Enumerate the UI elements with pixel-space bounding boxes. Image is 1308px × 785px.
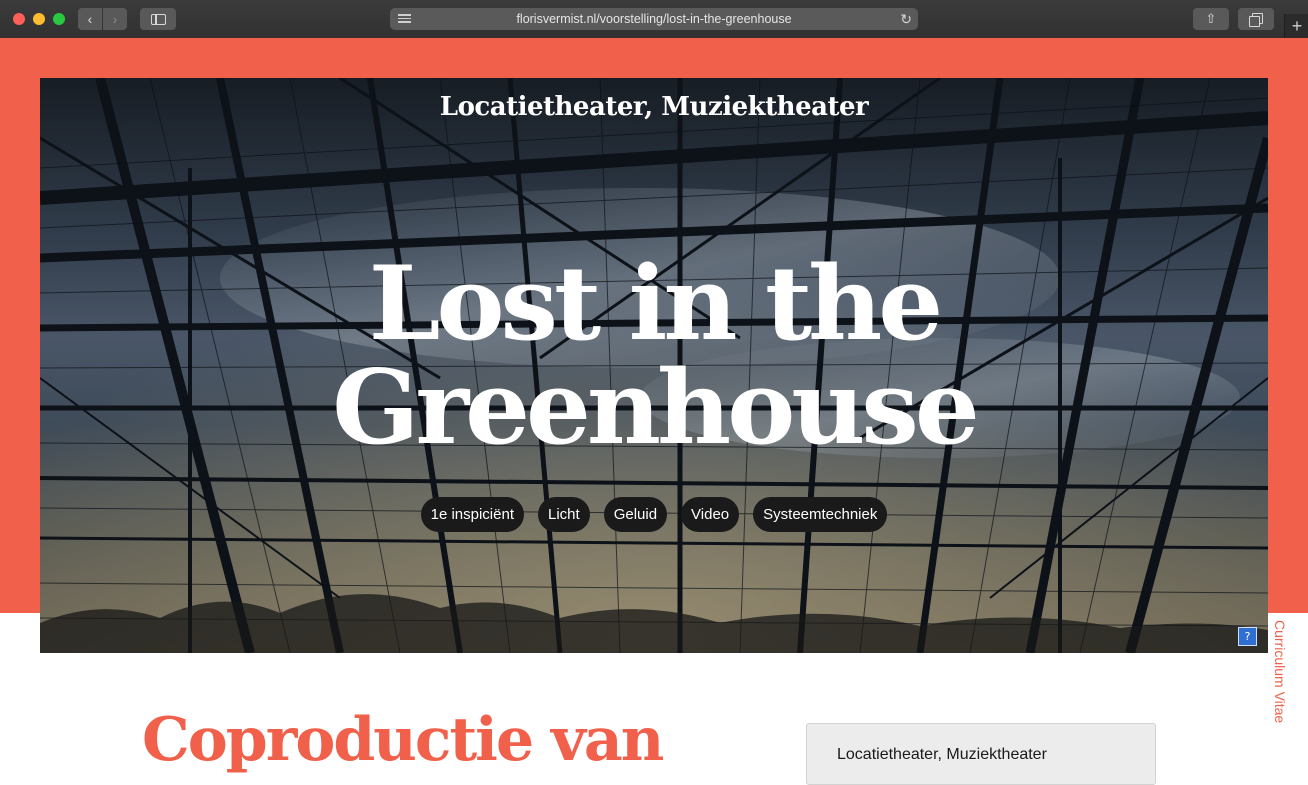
share-icon: ⇧ bbox=[1205, 11, 1217, 26]
sidebar-toggle-button[interactable] bbox=[140, 8, 176, 30]
chevron-left-icon: ‹ bbox=[87, 11, 93, 27]
section-heading: Coproductie van bbox=[142, 705, 664, 775]
share-button[interactable]: ⇧ bbox=[1193, 8, 1229, 30]
hero-genre: Locatietheater, Muziektheater bbox=[439, 92, 869, 122]
page-title: Lost in the Greenhouse bbox=[0, 252, 1308, 460]
browser-toolbar: ‹ › florisvermist.nl/voorstelling/lost-i… bbox=[0, 0, 1308, 39]
address-bar[interactable]: florisvermist.nl/voorstelling/lost-in-th… bbox=[390, 8, 918, 30]
close-window-button[interactable] bbox=[13, 13, 25, 25]
curriculum-vitae-link[interactable]: Curriculum Vitae bbox=[1270, 620, 1292, 730]
url-text[interactable]: florisvermist.nl/voorstelling/lost-in-th… bbox=[390, 8, 918, 30]
minimize-window-button[interactable] bbox=[33, 13, 45, 25]
tag-systeemtechniek[interactable]: Systeemtechniek bbox=[753, 497, 888, 532]
tab-overview-button[interactable] bbox=[1238, 8, 1274, 30]
new-tab-button[interactable]: + bbox=[1284, 14, 1308, 38]
image-info-icon[interactable]: ? bbox=[1238, 627, 1257, 646]
sidebar-icon bbox=[151, 14, 166, 25]
title-line-2: Greenhouse bbox=[332, 348, 979, 468]
tag-inspicient[interactable]: 1e inspiciënt bbox=[420, 497, 524, 532]
production-genre-text: Locatietheater, Muziektheater bbox=[837, 746, 1047, 763]
zoom-window-button[interactable] bbox=[53, 13, 65, 25]
curriculum-vitae-label[interactable]: Curriculum Vitae bbox=[1272, 620, 1288, 723]
tag-geluid[interactable]: Geluid bbox=[603, 497, 668, 532]
production-info-box: Locatietheater, Muziektheater bbox=[806, 723, 1156, 785]
tag-licht[interactable]: Licht bbox=[538, 497, 590, 532]
title-line-1: Lost in the bbox=[368, 244, 943, 364]
reload-icon[interactable]: ↻ bbox=[900, 10, 912, 28]
role-tags: 1e inspiciënt Licht Geluid Video Systeem… bbox=[0, 497, 1308, 532]
forward-button[interactable]: › bbox=[103, 8, 127, 30]
back-button[interactable]: ‹ bbox=[78, 8, 102, 30]
chevron-right-icon: › bbox=[112, 11, 118, 27]
tag-video[interactable]: Video bbox=[681, 497, 740, 532]
